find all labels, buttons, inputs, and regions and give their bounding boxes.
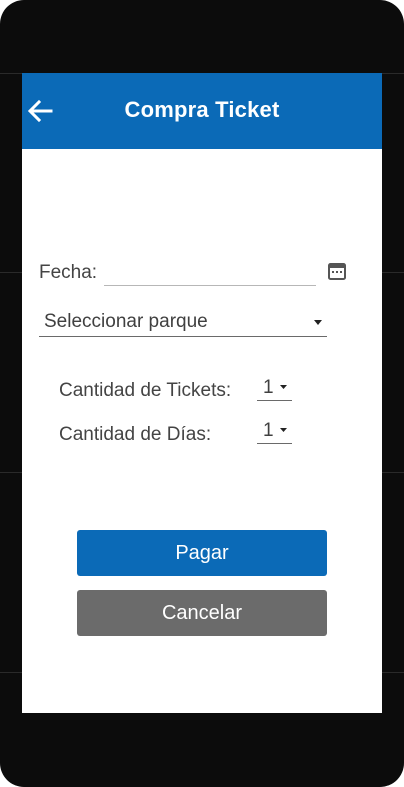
calendar-icon xyxy=(328,263,346,280)
park-select-value: Seleccionar parque xyxy=(44,311,208,332)
date-input[interactable] xyxy=(104,285,316,286)
dropdown-caret-icon xyxy=(280,428,287,432)
days-select[interactable]: 1 xyxy=(257,420,292,444)
dropdown-caret-icon xyxy=(280,385,287,389)
cancel-button[interactable]: Cancelar xyxy=(77,590,327,636)
date-label: Fecha: xyxy=(39,262,98,283)
dropdown-caret-icon xyxy=(314,320,322,325)
app-screen: Compra Ticket Fecha: Seleccionar parque … xyxy=(22,73,382,713)
page-title: Compra Ticket xyxy=(124,97,280,122)
pay-button[interactable]: Pagar xyxy=(77,530,327,576)
tickets-select[interactable]: 1 xyxy=(257,377,292,401)
calendar-button[interactable] xyxy=(327,261,349,283)
tickets-label: Cantidad de Tickets: xyxy=(59,380,232,401)
app-bar: Compra Ticket xyxy=(22,73,382,149)
days-select-value: 1 xyxy=(263,420,274,441)
park-select[interactable]: Seleccionar parque xyxy=(39,309,327,337)
device-frame: Compra Ticket Fecha: Seleccionar parque … xyxy=(0,0,404,787)
tickets-select-value: 1 xyxy=(263,377,274,398)
days-label: Cantidad de Días: xyxy=(59,424,212,445)
